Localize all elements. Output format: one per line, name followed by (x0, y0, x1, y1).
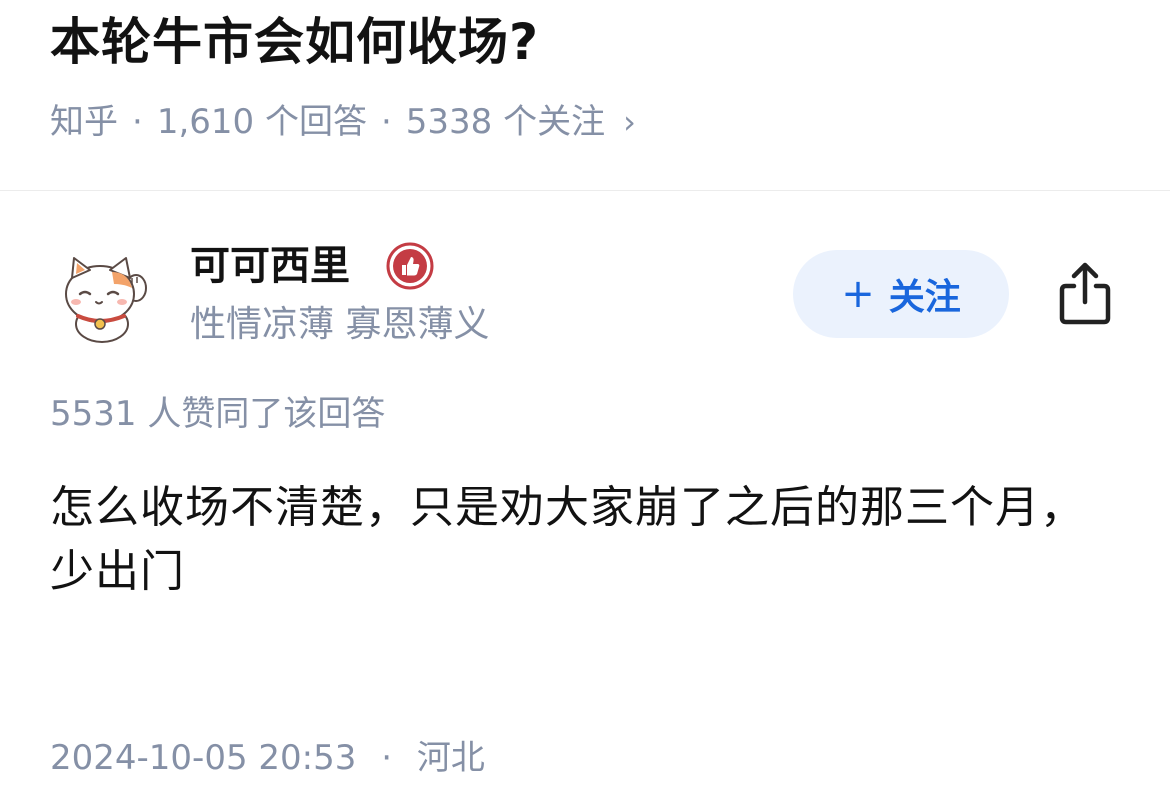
answer-location: 河北 (416, 738, 485, 778)
meta-separator: · (132, 102, 143, 142)
answer-content[interactable]: 怎么收场不清楚，只是劝大家崩了之后的那三个月，少出门 (50, 476, 1125, 604)
vote-count: 5531 人赞同了该回答 (50, 394, 386, 434)
plus-icon: + (841, 271, 875, 317)
question-header[interactable]: 本轮牛市会如何收场? 知乎 · 1,610 个回答 · 5338 个关注 › (0, 0, 1170, 190)
answer-page: 本轮牛市会如何收场? 知乎 · 1,610 个回答 · 5338 个关注 › 可… (0, 0, 1170, 799)
chevron-right-icon[interactable]: › (623, 98, 636, 146)
follow-button[interactable]: + 关注 (793, 250, 1009, 338)
follow-button-label: 关注 (888, 277, 961, 318)
answer-date: 2024-10-05 20:53 (50, 738, 357, 778)
question-meta[interactable]: 知乎 · 1,610 个回答 · 5338 个关注 › (50, 98, 636, 146)
share-icon-image (1059, 262, 1111, 325)
question-title[interactable]: 本轮牛市会如何收场? (50, 6, 539, 78)
answer-footer-meta: 2024-10-05 20:53 · 河北 (50, 734, 485, 782)
thumbs-up-badge-icon (385, 241, 435, 291)
author-bio: 性情凉薄 寡恩薄义 (190, 304, 490, 345)
meta-separator: · (381, 738, 393, 778)
share-icon[interactable] (1054, 260, 1116, 326)
follower-count: 5338 个关注 (405, 102, 606, 142)
lucky-cat-avatar[interactable] (54, 248, 154, 348)
author-row: 可可西里 性情凉薄 寡恩薄义 + 关注 (0, 230, 1170, 360)
thumbs-up-badge-image (386, 242, 434, 290)
question-source: 知乎 (50, 102, 118, 142)
meta-separator: · (380, 102, 392, 142)
section-divider (0, 190, 1170, 191)
answer-count: 1,610 个回答 (156, 102, 367, 142)
author-name[interactable]: 可可西里 (190, 238, 350, 294)
avatar-image (65, 257, 147, 343)
